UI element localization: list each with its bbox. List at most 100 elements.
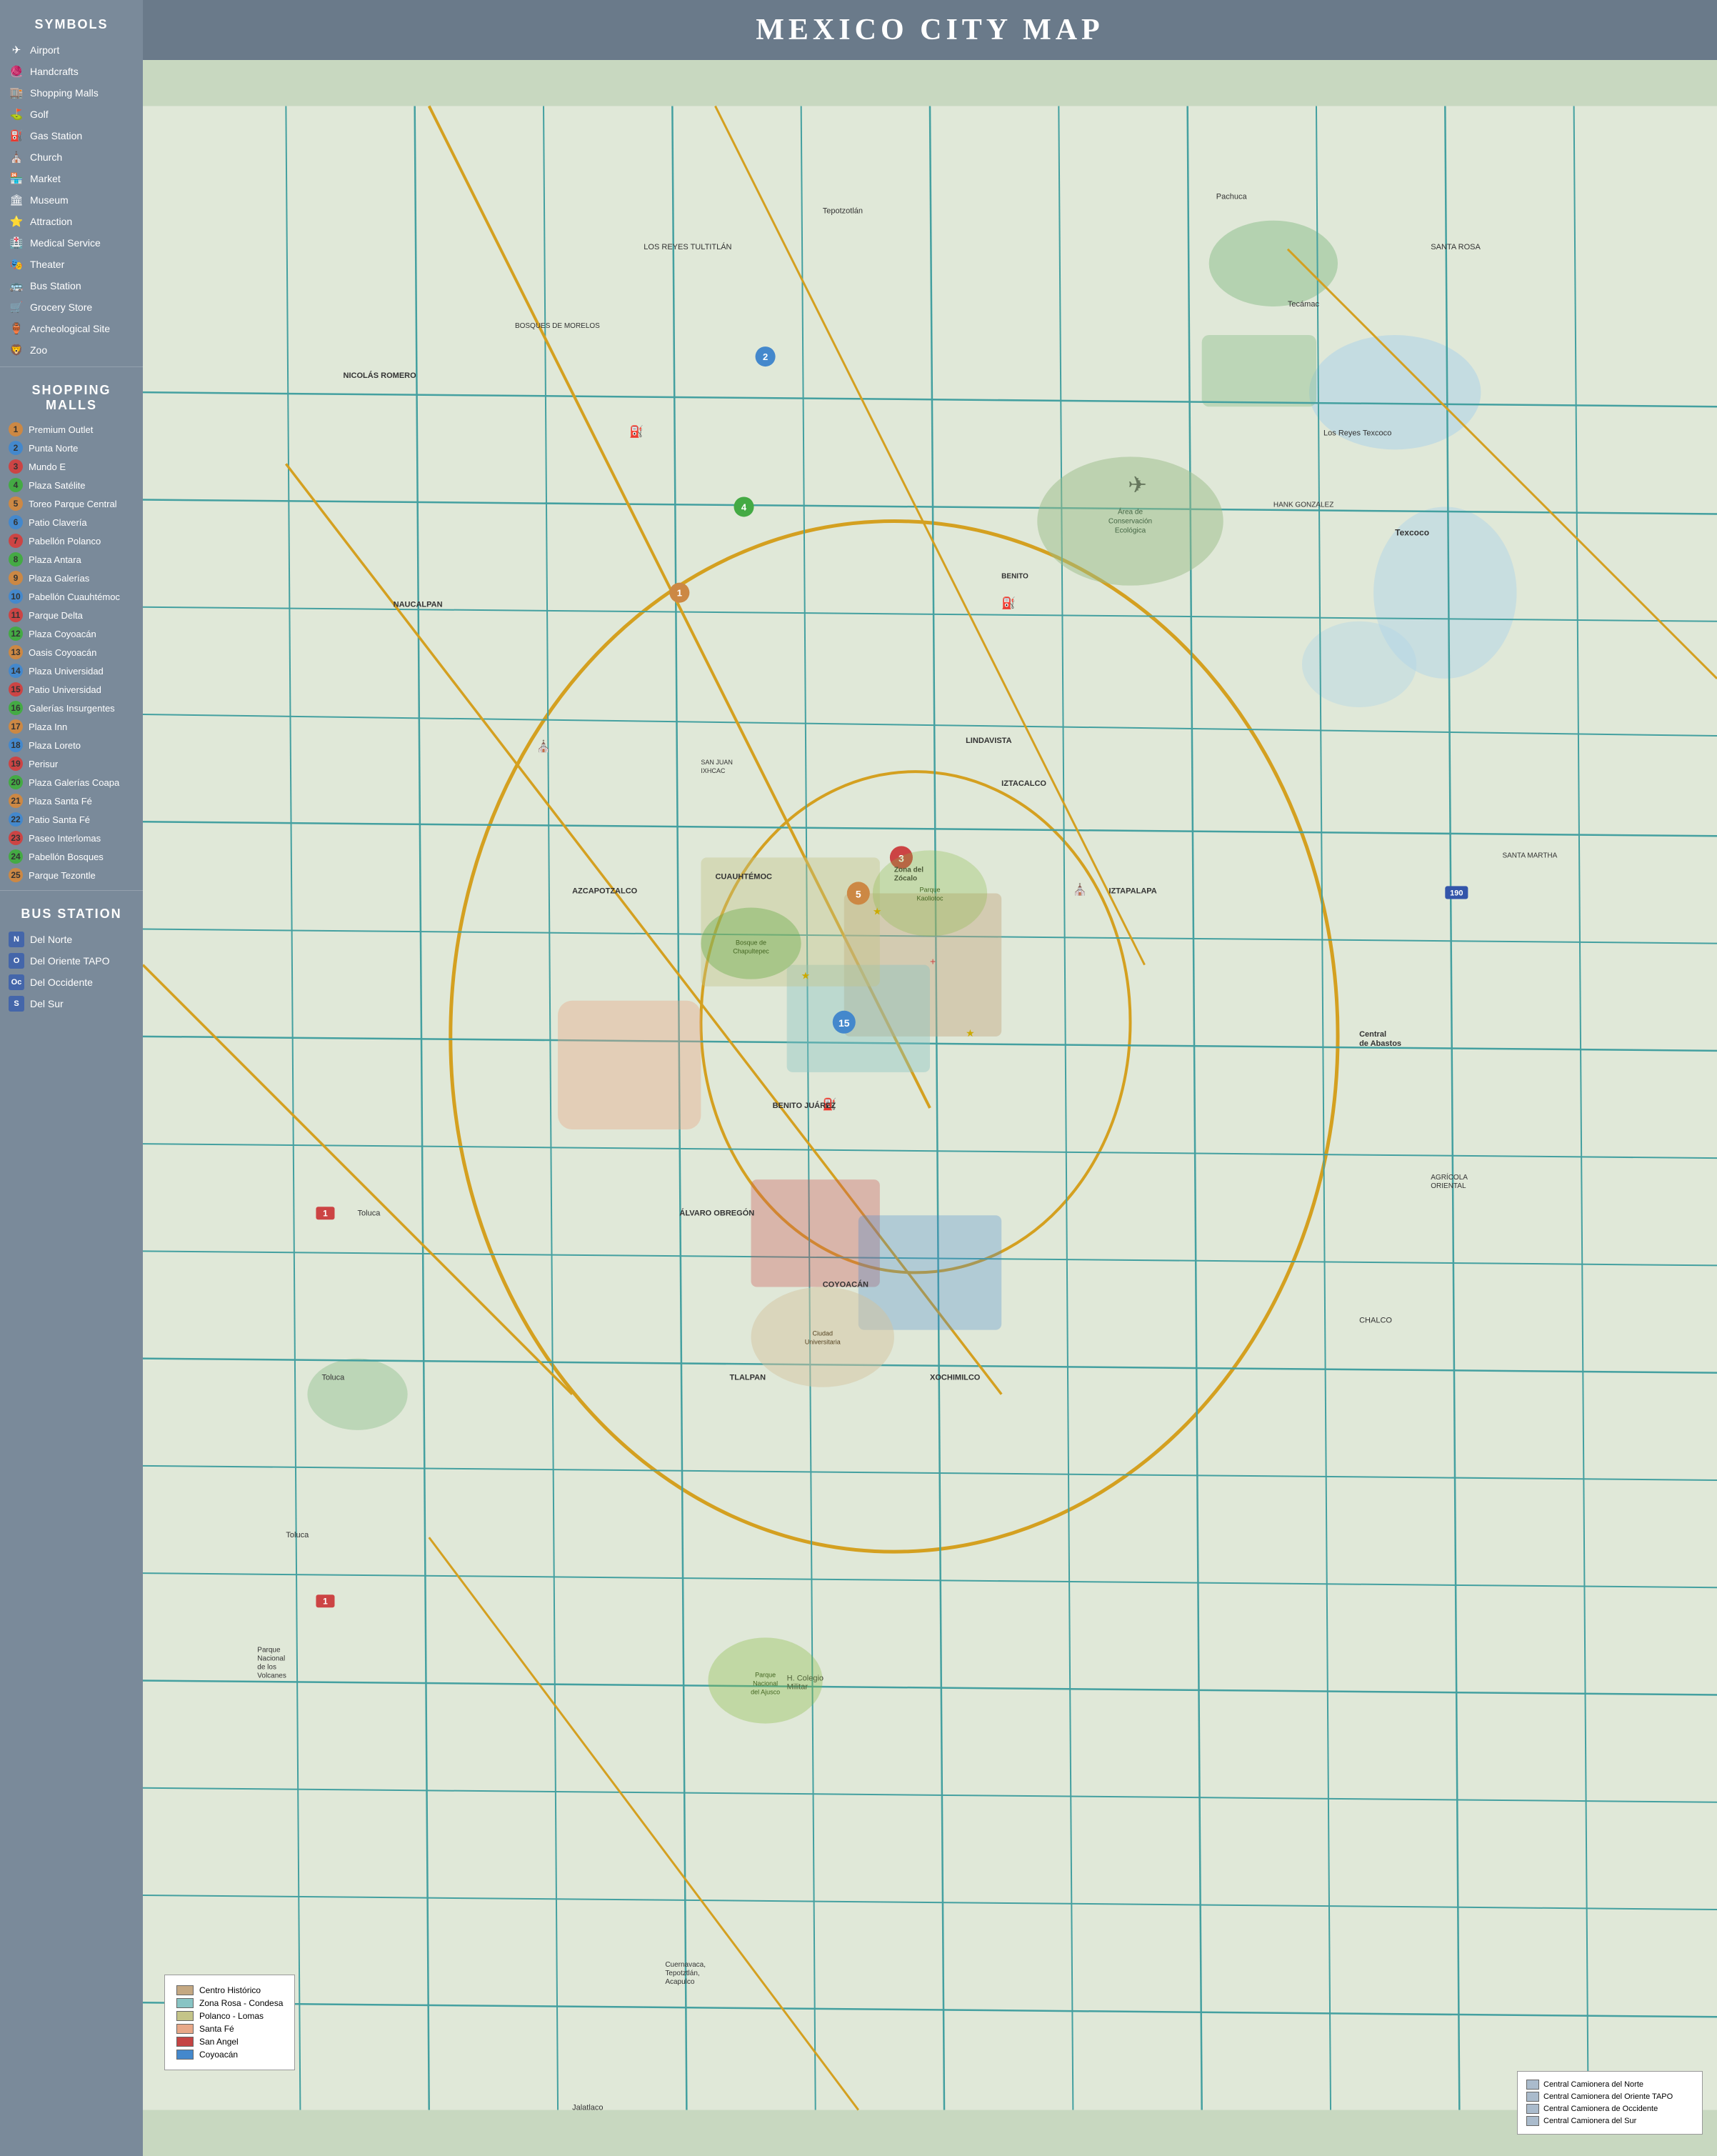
- symbol-icon-9: 🏥: [9, 235, 24, 251]
- mall-icon-23: 24: [9, 849, 23, 864]
- symbol-label-8: Attraction: [30, 216, 72, 227]
- svg-text:Parque: Parque: [919, 886, 940, 893]
- mall-item-16[interactable]: 17Plaza Inn: [0, 717, 143, 736]
- mall-item-10[interactable]: 11Parque Delta: [0, 606, 143, 624]
- bus-legend-item-1: Central Camionera del Oriente TAPO: [1526, 2092, 1693, 2102]
- symbol-icon-6: 🏪: [9, 171, 24, 186]
- mall-item-3[interactable]: 4Plaza Satélite: [0, 476, 143, 494]
- bus-legend-item-2: Central Camionera de Occidente: [1526, 2104, 1693, 2114]
- svg-text:⛽: ⛽: [629, 424, 644, 438]
- bus-station-item-1[interactable]: ODel Oriente TAPO: [0, 950, 143, 972]
- symbols-list: ✈Airport🧶Handcrafts🏬Shopping Malls⛳Golf⛽…: [0, 39, 143, 361]
- symbol-item-gas-station[interactable]: ⛽Gas Station: [0, 125, 143, 146]
- mall-item-20[interactable]: 21Plaza Santa Fé: [0, 792, 143, 810]
- legend-color-2: [176, 2011, 194, 2021]
- symbol-label-5: Church: [30, 151, 62, 163]
- svg-text:Toluca: Toluca: [358, 1209, 381, 1217]
- mall-item-17[interactable]: 18Plaza Loreto: [0, 736, 143, 754]
- legend-item-1: Zona Rosa - Condesa: [176, 1998, 283, 2008]
- mall-label-3: Plaza Satélite: [29, 480, 86, 491]
- mall-icon-22: 23: [9, 831, 23, 845]
- mall-item-9[interactable]: 10Pabellón Cuauhtémoc: [0, 587, 143, 606]
- symbol-item-museum[interactable]: 🏛Museum: [0, 189, 143, 211]
- legend-label-0: Centro Histórico: [199, 1985, 261, 1995]
- mall-icon-5: 6: [9, 515, 23, 529]
- svg-text:4: 4: [741, 501, 747, 512]
- mall-icon-16: 17: [9, 719, 23, 734]
- mall-item-2[interactable]: 3Mundo E: [0, 457, 143, 476]
- mall-item-21[interactable]: 22Patio Santa Fé: [0, 810, 143, 829]
- svg-text:⛽: ⛽: [1001, 597, 1016, 610]
- mall-item-23[interactable]: 24 Pabellón Bosques: [0, 847, 143, 866]
- svg-text:Jalatlaco: Jalatlaco: [572, 2104, 603, 2112]
- svg-text:Nacional: Nacional: [753, 1680, 778, 1687]
- mall-label-5: Patio Clavería: [29, 517, 87, 528]
- bus-legend-label-0: Central Camionera del Norte: [1543, 2080, 1643, 2089]
- symbol-item-market[interactable]: 🏪Market: [0, 168, 143, 189]
- symbol-item-attraction[interactable]: ⭐Attraction: [0, 211, 143, 232]
- svg-text:190: 190: [1450, 889, 1463, 897]
- symbol-icon-11: 🚌: [9, 278, 24, 294]
- mall-item-1[interactable]: 2Punta Norte: [0, 439, 143, 457]
- mall-item-6[interactable]: 7Pabellón Polanco: [0, 531, 143, 550]
- bus-list: NDel NorteODel Oriente TAPOOcDel Occiden…: [0, 929, 143, 1014]
- symbol-item-golf[interactable]: ⛳Golf: [0, 104, 143, 125]
- symbol-item-theater[interactable]: 🎭Theater: [0, 254, 143, 275]
- bus-legend-label-1: Central Camionera del Oriente TAPO: [1543, 2092, 1673, 2101]
- bus-station-legend: Central Camionera del Norte Central Camio…: [1517, 2071, 1703, 2135]
- svg-text:CHALCO: CHALCO: [1359, 1317, 1392, 1325]
- svg-text:+: +: [930, 956, 936, 967]
- mall-icon-2: 3: [9, 459, 23, 474]
- mall-item-18[interactable]: 19Perisur: [0, 754, 143, 773]
- mall-item-12[interactable]: 13Oasis Coyoacán: [0, 643, 143, 662]
- symbol-icon-3: ⛳: [9, 106, 24, 122]
- symbol-item-archeological-site[interactable]: 🏺Archeological Site: [0, 318, 143, 339]
- bus-legend-label-3: Central Camionera del Sur: [1543, 2117, 1636, 2125]
- mall-item-14[interactable]: 15Patio Universidad: [0, 680, 143, 699]
- legend-color-3: [176, 2024, 194, 2034]
- symbol-item-shopping-malls[interactable]: 🏬Shopping Malls: [0, 82, 143, 104]
- symbol-item-bus-station[interactable]: 🚌Bus Station: [0, 275, 143, 296]
- bus-label-2: Del Occidente: [30, 977, 93, 988]
- mall-label-19: Plaza Galerías Coapa: [29, 777, 119, 788]
- symbol-item-grocery-store[interactable]: 🛒Grocery Store: [0, 296, 143, 318]
- svg-text:NAUCALPAN: NAUCALPAN: [394, 601, 443, 609]
- bus-station-item-2[interactable]: OcDel Occidente: [0, 972, 143, 993]
- svg-text:Tepotztlán,: Tepotztlán,: [665, 1970, 699, 1977]
- svg-text:Toluca: Toluca: [286, 1531, 309, 1539]
- malls-list: 1Premium Outlet2Punta Norte3Mundo E4Plaz…: [0, 420, 143, 884]
- mall-item-22[interactable]: 23Paseo Interlomas: [0, 829, 143, 847]
- symbol-item-zoo[interactable]: 🦁Zoo: [0, 339, 143, 361]
- mall-item-19[interactable]: 20Plaza Galerías Coapa: [0, 773, 143, 792]
- divider-2: [0, 890, 143, 891]
- bus-station-item-3[interactable]: SDel Sur: [0, 993, 143, 1014]
- mall-item-11[interactable]: 12Plaza Coyoacán: [0, 624, 143, 643]
- symbol-icon-7: 🏛: [9, 192, 24, 208]
- symbol-icon-5: ⛪: [9, 149, 24, 165]
- mall-item-5[interactable]: 6 Patio Clavería: [0, 513, 143, 531]
- mall-item-4[interactable]: 5Toreo Parque Central: [0, 494, 143, 513]
- svg-text:Universitaria: Universitaria: [805, 1339, 841, 1346]
- mall-icon-11: 12: [9, 627, 23, 641]
- symbol-item-church[interactable]: ⛪ Church: [0, 146, 143, 168]
- symbol-item-medical-service[interactable]: 🏥Medical Service: [0, 232, 143, 254]
- symbol-item-airport[interactable]: ✈Airport: [0, 39, 143, 61]
- mall-item-15[interactable]: 16Galerías Insurgentes: [0, 699, 143, 717]
- mall-item-7[interactable]: 8Plaza Antara: [0, 550, 143, 569]
- mall-icon-24: 25: [9, 868, 23, 882]
- bus-station-item-0[interactable]: NDel Norte: [0, 929, 143, 950]
- svg-text:SANTA ROSA: SANTA ROSA: [1431, 243, 1481, 251]
- symbol-item-handcrafts[interactable]: 🧶Handcrafts: [0, 61, 143, 82]
- mall-item-8[interactable]: 9Plaza Galerías: [0, 569, 143, 587]
- mall-item-0[interactable]: 1Premium Outlet: [0, 420, 143, 439]
- mall-icon-20: 21: [9, 794, 23, 808]
- map-container[interactable]: ✈ 1 2 3 4 5 15 ⛽ ⛽ ⛽ ⛪ ⛪ + N: [143, 60, 1717, 2156]
- symbol-icon-12: 🛒: [9, 299, 24, 315]
- svg-text:CUAUHTÉMOC: CUAUHTÉMOC: [715, 872, 772, 881]
- mall-item-24[interactable]: 25Parque Tezontle: [0, 866, 143, 884]
- mall-item-13[interactable]: 14Plaza Universidad: [0, 662, 143, 680]
- svg-text:1: 1: [677, 588, 682, 599]
- divider-1: [0, 366, 143, 367]
- mall-label-23: Pabellón Bosques: [29, 852, 104, 862]
- svg-text:Área de: Área de: [1118, 506, 1143, 516]
